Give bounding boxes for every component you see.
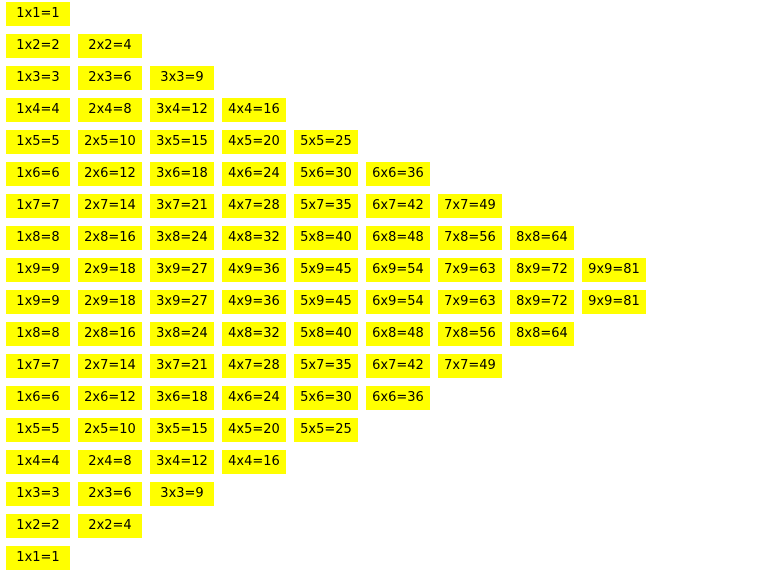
multiplication-cell: 1x3=3 xyxy=(6,66,70,90)
multiplication-cell: 2x5=10 xyxy=(78,418,142,442)
multiplication-cell: 3x6=18 xyxy=(150,386,214,410)
multiplication-cell: 1x1=1 xyxy=(6,2,70,26)
multiplication-cell: 1x2=2 xyxy=(6,34,70,58)
multiplication-cell: 9x9=81 xyxy=(582,258,646,282)
multiplication-cell: 3x9=27 xyxy=(150,258,214,282)
multiplication-cell: 1x7=7 xyxy=(6,194,70,218)
multiplication-cell: 5x6=30 xyxy=(294,162,358,186)
multiplication-cell: 1x1=1 xyxy=(6,546,70,570)
multiplication-cell: 4x8=32 xyxy=(222,226,286,250)
multiplication-cell: 3x6=18 xyxy=(150,162,214,186)
multiplication-cell: 2x3=6 xyxy=(78,482,142,506)
multiplication-cell: 4x9=36 xyxy=(222,290,286,314)
multiplication-cell: 4x5=20 xyxy=(222,130,286,154)
multiplication-cell: 1x4=4 xyxy=(6,98,70,122)
multiplication-cell: 5x7=35 xyxy=(294,194,358,218)
multiplication-cell: 1x3=3 xyxy=(6,482,70,506)
multiplication-cell: 2x8=16 xyxy=(78,226,142,250)
multiplication-cell: 5x9=45 xyxy=(294,258,358,282)
multiplication-cell: 5x8=40 xyxy=(294,226,358,250)
multiplication-cell: 8x9=72 xyxy=(510,290,574,314)
multiplication-cell: 2x9=18 xyxy=(78,290,142,314)
multiplication-cell: 1x5=5 xyxy=(6,130,70,154)
multiplication-cell: 1x5=5 xyxy=(6,418,70,442)
multiplication-cell: 2x7=14 xyxy=(78,354,142,378)
multiplication-cell: 6x6=36 xyxy=(366,386,430,410)
multiplication-cell: 2x4=8 xyxy=(78,450,142,474)
multiplication-cell: 5x8=40 xyxy=(294,322,358,346)
multiplication-cell: 8x9=72 xyxy=(510,258,574,282)
multiplication-cell: 2x7=14 xyxy=(78,194,142,218)
multiplication-cell: 3x8=24 xyxy=(150,226,214,250)
multiplication-cell: 1x4=4 xyxy=(6,450,70,474)
multiplication-cell: 2x6=12 xyxy=(78,162,142,186)
multiplication-cell: 4x7=28 xyxy=(222,194,286,218)
multiplication-cell: 5x5=25 xyxy=(294,130,358,154)
multiplication-cell: 6x7=42 xyxy=(366,194,430,218)
multiplication-cell: 4x8=32 xyxy=(222,322,286,346)
multiplication-cell: 4x9=36 xyxy=(222,258,286,282)
multiplication-cell: 9x9=81 xyxy=(582,290,646,314)
multiplication-cell: 3x4=12 xyxy=(150,98,214,122)
multiplication-cell: 1x6=6 xyxy=(6,386,70,410)
multiplication-cell: 5x7=35 xyxy=(294,354,358,378)
multiplication-cell: 5x6=30 xyxy=(294,386,358,410)
multiplication-cell: 6x9=54 xyxy=(366,290,430,314)
multiplication-cell: 3x3=9 xyxy=(150,66,214,90)
multiplication-cell: 3x5=15 xyxy=(150,130,214,154)
multiplication-cell: 6x8=48 xyxy=(366,226,430,250)
multiplication-cell: 7x7=49 xyxy=(438,194,502,218)
multiplication-cell: 3x5=15 xyxy=(150,418,214,442)
multiplication-cell: 2x4=8 xyxy=(78,98,142,122)
multiplication-cell: 1x6=6 xyxy=(6,162,70,186)
multiplication-cell: 2x2=4 xyxy=(78,34,142,58)
multiplication-cell: 4x4=16 xyxy=(222,98,286,122)
multiplication-cell: 7x8=56 xyxy=(438,322,502,346)
multiplication-cell: 2x6=12 xyxy=(78,386,142,410)
multiplication-cell: 6x8=48 xyxy=(366,322,430,346)
multiplication-cell: 1x7=7 xyxy=(6,354,70,378)
multiplication-cell: 1x8=8 xyxy=(6,226,70,250)
multiplication-cell: 6x9=54 xyxy=(366,258,430,282)
multiplication-cell: 2x2=4 xyxy=(78,514,142,538)
multiplication-cell: 7x9=63 xyxy=(438,290,502,314)
multiplication-cell: 7x8=56 xyxy=(438,226,502,250)
multiplication-cell: 2x3=6 xyxy=(78,66,142,90)
multiplication-cell: 4x6=24 xyxy=(222,162,286,186)
multiplication-cell: 6x6=36 xyxy=(366,162,430,186)
multiplication-cell: 3x8=24 xyxy=(150,322,214,346)
multiplication-cell: 3x7=21 xyxy=(150,354,214,378)
multiplication-cell: 1x9=9 xyxy=(6,258,70,282)
multiplication-cell: 3x3=9 xyxy=(150,482,214,506)
multiplication-cell: 3x9=27 xyxy=(150,290,214,314)
multiplication-cell: 2x8=16 xyxy=(78,322,142,346)
multiplication-cell: 4x7=28 xyxy=(222,354,286,378)
multiplication-cell: 4x5=20 xyxy=(222,418,286,442)
multiplication-cell: 8x8=64 xyxy=(510,322,574,346)
multiplication-cell: 3x7=21 xyxy=(150,194,214,218)
multiplication-cell: 1x2=2 xyxy=(6,514,70,538)
multiplication-cell: 4x4=16 xyxy=(222,450,286,474)
multiplication-cell: 6x7=42 xyxy=(366,354,430,378)
multiplication-cell: 1x9=9 xyxy=(6,290,70,314)
multiplication-cell: 5x9=45 xyxy=(294,290,358,314)
multiplication-cell: 2x5=10 xyxy=(78,130,142,154)
multiplication-cell: 4x6=24 xyxy=(222,386,286,410)
multiplication-cell: 8x8=64 xyxy=(510,226,574,250)
multiplication-cell: 7x7=49 xyxy=(438,354,502,378)
multiplication-cell: 1x8=8 xyxy=(6,322,70,346)
multiplication-cell: 2x9=18 xyxy=(78,258,142,282)
multiplication-cell: 3x4=12 xyxy=(150,450,214,474)
multiplication-cell: 7x9=63 xyxy=(438,258,502,282)
multiplication-cell: 5x5=25 xyxy=(294,418,358,442)
